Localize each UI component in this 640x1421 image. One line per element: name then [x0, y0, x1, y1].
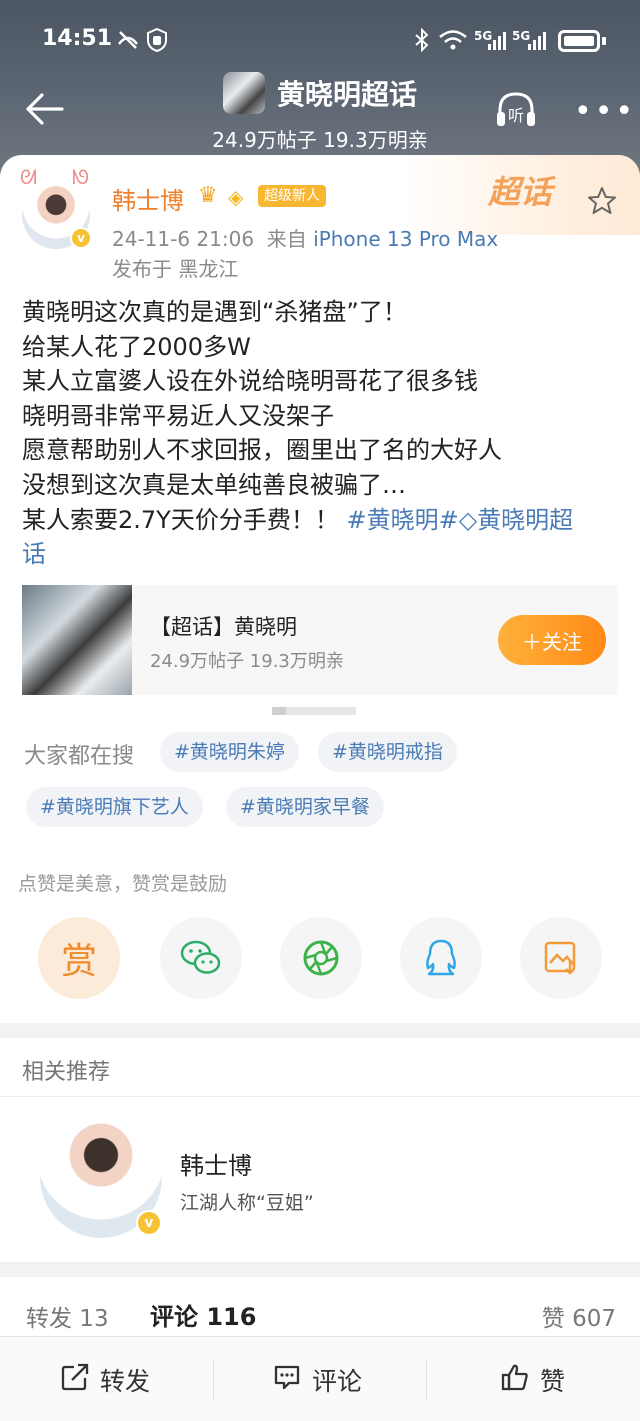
chaohua-badge: 超话 [488, 173, 553, 211]
bottom-action-bar: 转发 评论 赞 [0, 1336, 640, 1421]
save-image-button[interactable] [520, 917, 602, 999]
shield-hand-icon [146, 27, 168, 57]
listen-label: 听 [508, 106, 524, 125]
wechat-share-button[interactable] [160, 917, 242, 999]
search-chip[interactable]: #黄晓明朱婷 [160, 732, 299, 772]
repost-icon [60, 1362, 90, 1398]
tab-comment[interactable]: 评论 116 [150, 1297, 256, 1332]
engagement-tabs: 转发 13 评论 116 赞 607 [0, 1277, 640, 1337]
post-line-with-tags: 某人索要2.7Y天价分手费！！ #黄晓明#◇黄晓明超 [22, 503, 622, 538]
like-label: 赞 [540, 1366, 566, 1396]
search-chip[interactable]: #黄晓明戒指 [318, 732, 457, 772]
status-time: 14:51 [42, 26, 113, 51]
topic-avatar [222, 72, 265, 114]
bunny-ear-right-icon: ᘚ [72, 165, 90, 189]
star-icon[interactable] [586, 185, 618, 217]
thumbs-up-icon [500, 1362, 530, 1398]
repost-label: 转发 [100, 1366, 151, 1396]
reward-label: 赏 [60, 940, 97, 981]
diamond-icon: ◈ [228, 185, 244, 209]
qq-penguin-icon [400, 917, 482, 999]
post-line: 给某人花了2000多W [22, 332, 251, 361]
verified-icon: v [70, 227, 92, 249]
post-line: 某人索要2.7Y天价分手费！！ [22, 505, 339, 534]
chaohua-link-cont[interactable]: 话 [22, 537, 622, 572]
carousel-indicator [272, 707, 356, 715]
comment-icon [272, 1362, 302, 1398]
related-title: 相关推荐 [22, 1060, 111, 1085]
post-location: 发布于 黑龙江 [112, 257, 239, 281]
level-badge: 超级新人 [258, 185, 326, 207]
post-line: 晓明哥非常平易近人又没架子 [22, 401, 334, 430]
reward-note: 点赞是美意，赞赏是鼓励 [18, 873, 228, 895]
topic-title: 【超话】黄晓明 [150, 615, 297, 639]
post-device[interactable]: iPhone 13 Pro Max [313, 227, 498, 251]
moments-aperture-icon [280, 917, 362, 999]
chaohua-diamond-icon: ◇ [458, 505, 478, 534]
post-body: 黄晓明这次真的是遇到“杀猪盘”了！ 给某人花了2000多W 某人立富婆人设在外说… [22, 295, 622, 572]
save-image-icon [520, 917, 602, 999]
author-name[interactable]: 韩士博 [112, 181, 184, 216]
related-desc: 江湖人称“豆姐” [180, 1192, 314, 1214]
topic-image [22, 585, 132, 695]
repost-button[interactable]: 转发 [60, 1337, 150, 1421]
comment-button[interactable]: 评论 [272, 1337, 362, 1421]
source-prefix: 来自 [266, 227, 307, 251]
battery-tip [602, 37, 606, 45]
topic-card[interactable]: 【超话】黄晓明 24.9万帖子 19.3万明亲 ＋关注 [22, 585, 618, 695]
bunny-ear-left-icon: ᘛ [20, 165, 38, 189]
chaohua-link[interactable]: 黄晓明超 [477, 506, 573, 534]
mute-icon [116, 28, 140, 55]
crown-icon: ♛ [198, 183, 218, 208]
wifi-icon [438, 28, 468, 57]
post-line: 没想到这次真是太单纯善良被骗了… [22, 470, 406, 499]
header-title-block: 黄晓明超话 24.9万帖子 19.3万明亲 [0, 72, 640, 153]
post-card: 超话 ᘛ ᘚ v 韩士博 ♛ ◈ 超级新人 24-11-6 21:06 来自 i… [0, 155, 640, 1023]
hashtag-link[interactable]: #黄晓明# [346, 506, 458, 534]
qq-share-button[interactable] [400, 917, 482, 999]
bluetooth-icon [414, 27, 430, 57]
comment-label: 评论 [312, 1366, 363, 1396]
like-button[interactable]: 赞 [500, 1337, 565, 1421]
related-verified-icon: v [136, 1210, 162, 1236]
post-meta: 24-11-6 21:06 来自 iPhone 13 Pro Max [112, 223, 498, 252]
post-line: 某人立富婆人设在外说给晓明哥花了很多钱 [22, 367, 478, 396]
more-options-icon[interactable]: ••• [574, 94, 636, 129]
moments-share-button[interactable] [280, 917, 362, 999]
follow-button[interactable]: ＋关注 [498, 615, 606, 665]
status-bar: 14:51 5G 5G [0, 24, 640, 58]
signal-bars-1-icon [488, 32, 506, 50]
divider [213, 1359, 214, 1399]
trending-search-label: 大家都在搜 [24, 744, 135, 769]
listen-icon[interactable]: 听 [494, 88, 538, 132]
header: 14:51 5G 5G 黄晓明超话 24.9万帖子 19.3万明亲 听 ••• [0, 0, 640, 175]
wechat-icon [160, 917, 242, 999]
related-section: 相关推荐 v 韩士博 江湖人称“豆姐” [0, 1038, 640, 1262]
header-subtitle: 24.9万帖子 19.3万明亲 [212, 128, 428, 152]
post-line: 黄晓明这次真的是遇到“杀猪盘”了！ [22, 298, 407, 326]
signal-bars-2-icon [528, 32, 546, 50]
battery-icon [558, 30, 600, 52]
topic-subtitle: 24.9万帖子 19.3万明亲 [150, 651, 344, 672]
post-line: 愿意帮助别人不求回报，圈里出了名的大好人 [22, 436, 502, 465]
search-chip[interactable]: #黄晓明家早餐 [226, 787, 384, 827]
search-chip[interactable]: #黄晓明旗下艺人 [26, 787, 203, 827]
divider [0, 1096, 640, 1097]
tab-repost[interactable]: 转发 13 [26, 1299, 109, 1333]
related-name[interactable]: 韩士博 [180, 1146, 252, 1181]
tab-like[interactable]: 赞 607 [542, 1299, 616, 1333]
divider [426, 1359, 427, 1399]
post-date: 24-11-6 21:06 [112, 227, 255, 251]
reward-button[interactable]: 赏 [38, 917, 120, 999]
page-title: 黄晓明超话 [276, 78, 417, 111]
